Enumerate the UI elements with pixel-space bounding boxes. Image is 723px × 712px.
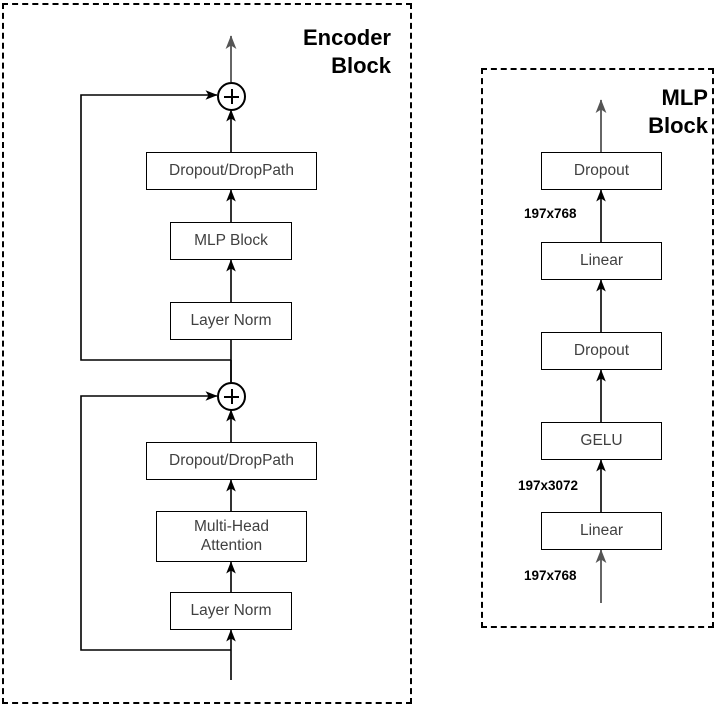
diagram-canvas: Encoder Block Dropout/DropPath MLP Block… — [0, 0, 723, 712]
node-dropout-droppath-mlp: Dropout/DropPath — [146, 152, 317, 190]
node-mlp-dropout-out: Dropout — [541, 152, 662, 190]
edge-label-shape-out: 197x768 — [524, 206, 577, 221]
node-mlp-dropout-mid: Dropout — [541, 332, 662, 370]
node-mlp-linear-out: Linear — [541, 242, 662, 280]
node-mlp-gelu: GELU — [541, 422, 662, 460]
edge-label-shape-hidden: 197x3072 — [518, 478, 579, 493]
mlp-block-title: MLP Block — [648, 85, 708, 139]
encoder-block-title: Encoder Block — [302, 25, 391, 79]
node-mlp-block: MLP Block — [170, 222, 292, 260]
residual-add-bottom — [217, 382, 246, 411]
node-multi-head-attention: Multi-Head Attention — [156, 511, 307, 562]
node-layer-norm-mlp: Layer Norm — [170, 302, 292, 340]
node-mlp-linear-in: Linear — [541, 512, 662, 550]
residual-add-top — [217, 82, 246, 111]
node-layer-norm-attn: Layer Norm — [170, 592, 292, 630]
edge-label-shape-in: 197x768 — [524, 568, 577, 583]
node-dropout-droppath-attn: Dropout/DropPath — [146, 442, 317, 480]
